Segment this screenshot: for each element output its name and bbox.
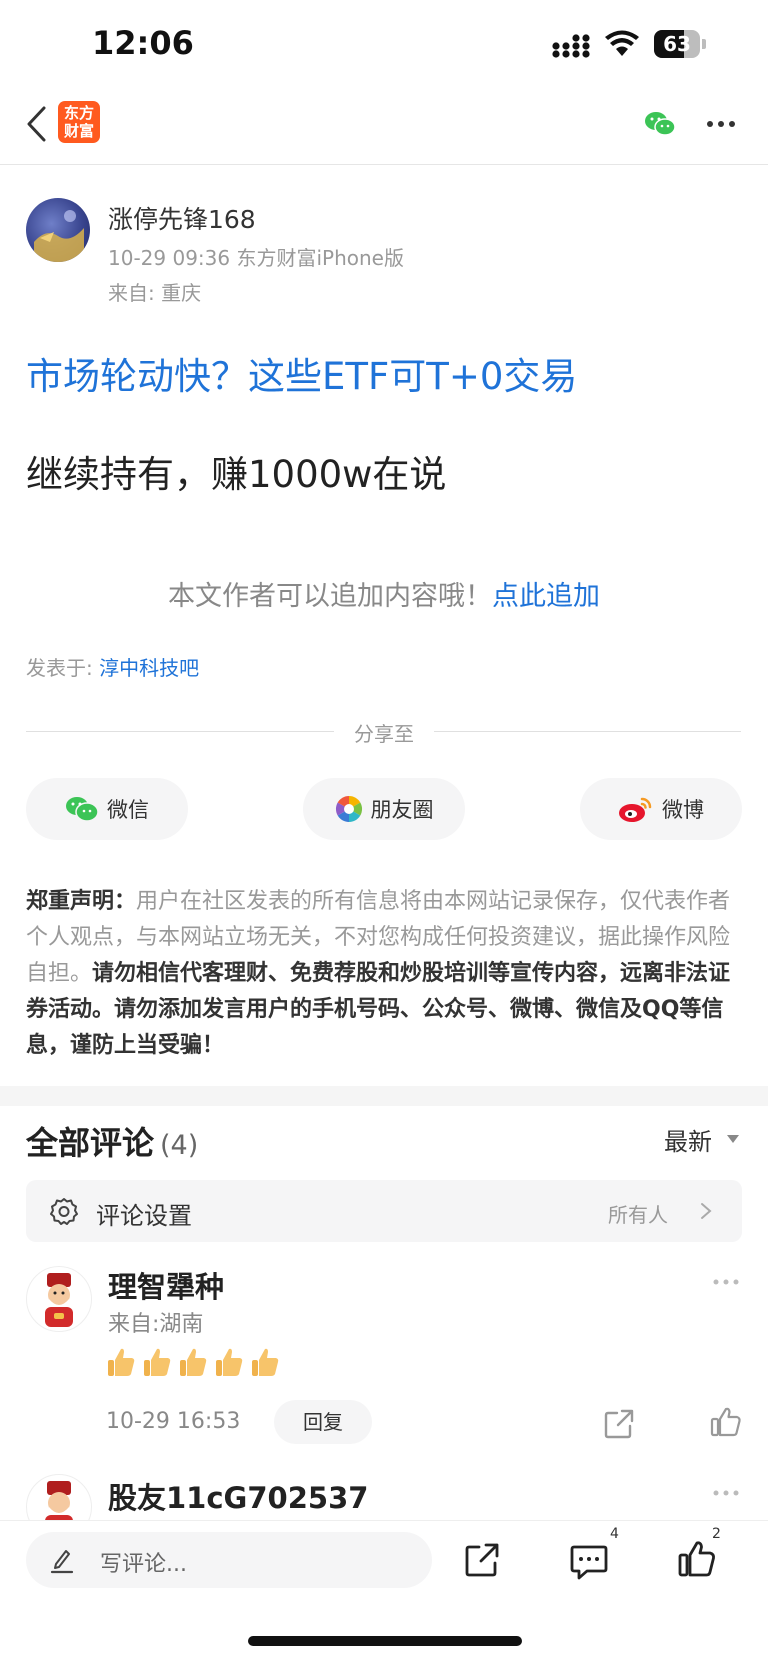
share-icon[interactable] (464, 1542, 500, 1578)
logo-line-2: 财富 (63, 122, 94, 140)
share-moments-button[interactable]: 朋友圈 (303, 778, 465, 840)
thumbs-up-emoji-icon (216, 1348, 243, 1376)
wechat-share-icon[interactable] (644, 110, 676, 138)
app-logo: 东方 财富 (58, 101, 100, 143)
comment-count-badge: 4 (610, 1526, 619, 1542)
commenter-name[interactable]: 理智犟种 (108, 1264, 224, 1306)
append-prompt: 本文作者可以追加内容哦！ (168, 581, 492, 612)
like-count-badge: 2 (712, 1526, 721, 1542)
comment-settings-value: 所有人 (608, 1203, 668, 1227)
append-content-row: 本文作者可以追加内容哦！点此追加 (0, 574, 768, 613)
comment-time: 10-29 16:53 (106, 1409, 241, 1434)
disclaimer: 郑重声明：用户在社区发表的所有信息将由本网站记录保存，仅代表作者个人观点，与本网… (26, 884, 742, 1064)
commenter-name[interactable]: 股友11cG702537 (108, 1475, 368, 1517)
section-separator (0, 1086, 768, 1106)
comment-icon[interactable] (570, 1544, 608, 1580)
share-weibo-button[interactable]: 微博 (580, 778, 742, 840)
author-avatar[interactable] (26, 198, 90, 262)
reply-button[interactable]: 回复 (274, 1400, 372, 1444)
caret-down-icon[interactable] (727, 1135, 739, 1143)
like-icon[interactable] (678, 1540, 716, 1578)
wechat-icon (66, 797, 99, 822)
share-weibo-label: 微博 (662, 798, 704, 822)
sort-dropdown[interactable]: 最新 (664, 1122, 712, 1157)
comment-emoji-row (106, 1346, 280, 1380)
back-icon[interactable] (24, 104, 48, 144)
comments-count: (4) (160, 1130, 199, 1161)
post-body: 继续持有，赚1000w在说 (26, 453, 447, 496)
etf-promo-link[interactable]: 市场轮动快？这些ETF可T+0交易 (26, 346, 577, 400)
more-icon[interactable] (706, 120, 736, 128)
weibo-icon (619, 797, 652, 822)
battery-icon: 63 (654, 30, 706, 58)
share-icon[interactable] (604, 1409, 634, 1439)
comment-settings-label: 评论设置 (96, 1202, 192, 1230)
comments-header: 全部评论 (4) (26, 1118, 198, 1164)
author-name[interactable]: 涨停先锋168 (108, 200, 256, 236)
like-icon[interactable] (710, 1406, 742, 1438)
share-label-text: 分享至 (354, 722, 414, 746)
comment-more-icon[interactable] (712, 1489, 740, 1497)
disclaimer-head: 郑重声明： (26, 889, 137, 914)
wifi-icon (605, 30, 639, 56)
thumbs-up-emoji-icon (252, 1348, 279, 1376)
commenter-location: 来自:湖南 (108, 1312, 204, 1337)
status-time: 12:06 (92, 24, 194, 62)
post-meta: 10-29 09:36 东方财富iPhone版 (108, 246, 404, 270)
commenter-avatar[interactable] (26, 1266, 92, 1332)
chevron-right-icon (701, 1203, 712, 1219)
pencil-icon (50, 1550, 74, 1574)
logo-line-1: 东方 (63, 104, 94, 122)
post-location: 来自: 重庆 (108, 281, 202, 305)
forum-row: 发表于: 淳中科技吧 (26, 652, 199, 681)
thumbs-up-emoji-icon (108, 1348, 135, 1376)
share-label: 分享至 (0, 718, 768, 747)
battery-level: 63 (663, 32, 691, 56)
home-indicator[interactable] (248, 1636, 522, 1646)
signal-icon (552, 34, 590, 58)
comments-title: 全部评论 (26, 1124, 155, 1162)
thumbs-up-emoji-icon (144, 1348, 171, 1376)
gear-icon (50, 1198, 78, 1225)
moments-icon (335, 795, 362, 823)
comment-more-icon[interactable] (712, 1278, 740, 1286)
share-wechat-button[interactable]: 微信 (26, 778, 188, 840)
append-link[interactable]: 点此追加 (492, 581, 600, 612)
comment-input[interactable] (26, 1532, 432, 1588)
comment-input-placeholder[interactable]: 写评论... (100, 1546, 187, 1578)
nav-divider (0, 164, 768, 165)
forum-prefix: 发表于: (26, 656, 100, 680)
thumbs-up-emoji-icon (180, 1348, 207, 1376)
disclaimer-bold: 请勿相信代客理财、免费荐股和炒股培训等宣传内容，远离非法证券活动。请勿添加发言用… (26, 961, 731, 1058)
forum-link[interactable]: 淳中科技吧 (99, 656, 199, 680)
share-moments-label: 朋友圈 (370, 798, 434, 822)
share-wechat-label: 微信 (107, 798, 149, 822)
